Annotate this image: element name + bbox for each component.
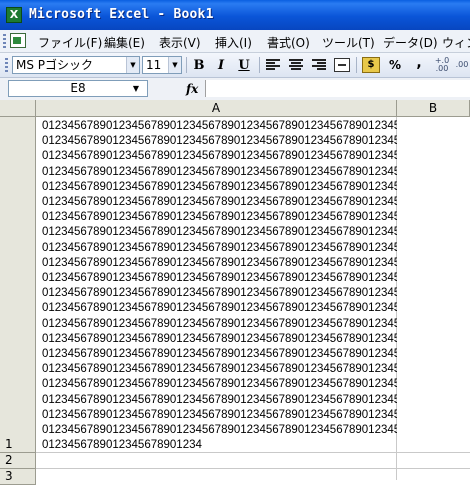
cell-a1-text-line: 0123456789012345678901234567890123456789… xyxy=(42,135,397,148)
cell-a1-text-line: 0123456789012345678901234567890123456789… xyxy=(42,196,397,209)
currency-icon[interactable]: $ xyxy=(362,57,380,73)
formatting-toolbar: MS Pゴシック ▼ 11 ▼ B I U $ % , +.0 .00 .00 xyxy=(0,53,470,78)
formula-bar: E8 ▼ fx xyxy=(0,78,470,101)
cell-a1-text-line: 0123456789012345678901234567890123456789… xyxy=(42,363,397,376)
comma-button[interactable]: , xyxy=(410,56,428,74)
cell-a1-text-line: 0123456789012345678901234567890123456789… xyxy=(42,424,397,437)
menu-file[interactable]: ファイル(F) xyxy=(38,34,102,51)
row-number: 1 xyxy=(5,437,13,451)
row-header-1[interactable]: 1 xyxy=(0,117,36,453)
align-right-icon[interactable] xyxy=(312,59,326,71)
menu-window[interactable]: ウィン xyxy=(442,34,470,51)
cell-a1-text-line: 0123456789012345678901234567890123456789… xyxy=(42,256,397,269)
chevron-down-icon[interactable]: ▼ xyxy=(126,81,146,96)
menu-edit[interactable]: 編集(E) xyxy=(104,34,145,51)
bold-button[interactable]: B xyxy=(190,57,208,74)
name-box-value: E8 xyxy=(70,81,86,95)
cell-a1-text-line: 0123456789012345678901234567890123456789… xyxy=(42,150,397,163)
font-size-value: 11 xyxy=(146,58,162,72)
cell-a1-text-line: 0123456789012345678901234567890123456789… xyxy=(42,272,397,285)
font-name-value: MS Pゴシック xyxy=(16,58,94,72)
select-all-corner[interactable] xyxy=(0,100,36,117)
align-center-icon[interactable] xyxy=(289,59,303,71)
cell-a1-text-line: 0123456789012345678901234567890123456789… xyxy=(42,211,397,224)
cell-b1[interactable] xyxy=(397,117,470,452)
cell-a1-text-line: 0123456789012345678901234567890123456789… xyxy=(42,348,397,361)
decrease-decimal-button[interactable]: .00 xyxy=(454,57,470,74)
grid-line xyxy=(36,468,470,469)
chevron-down-icon[interactable]: ▼ xyxy=(126,57,139,73)
menu-format[interactable]: 書式(O) xyxy=(267,34,310,51)
toolbar-separator xyxy=(356,57,357,73)
formula-input[interactable] xyxy=(205,80,470,97)
cell-a1-text-line: 0123456789012345678901234567890123456789… xyxy=(42,165,397,178)
menu-view[interactable]: 表示(V) xyxy=(159,34,201,51)
excel-icon[interactable]: X xyxy=(6,7,22,23)
worksheet-grid: A B 1 2 3 012345678901234567890123456789… xyxy=(0,100,470,485)
font-name-select[interactable]: MS Pゴシック ▼ xyxy=(12,56,140,74)
cell-a1[interactable]: 0123456789012345678901234567890123456789… xyxy=(36,117,397,453)
chevron-down-icon[interactable]: ▼ xyxy=(168,57,181,73)
cell-a1-text-line: 0123456789012345678901234567890123456789… xyxy=(42,317,397,330)
column-header-b[interactable]: B xyxy=(397,100,470,117)
cell-a1-text-line: 0123456789012345678901234567890123456789… xyxy=(42,393,397,406)
fx-icon[interactable]: fx xyxy=(186,82,198,96)
cell-a1-text-line: 0123456789012345678901234567890123456789… xyxy=(42,332,397,345)
cell-a1-text-line: 0123456789012345678901234567890123456789… xyxy=(42,302,397,315)
percent-button[interactable]: % xyxy=(386,57,404,74)
cell-a1-text-line: 0123456789012345678901234567890123456789… xyxy=(42,226,397,239)
increase-decimal-button[interactable]: +.0 .00 xyxy=(432,57,452,74)
underline-button[interactable]: U xyxy=(235,57,253,74)
toolbar-separator xyxy=(259,57,260,73)
row-header-2[interactable]: 2 xyxy=(0,453,36,469)
cell-a1-text-line: 0123456789012345678901234567890123456789… xyxy=(42,120,397,132)
merge-center-icon[interactable] xyxy=(334,58,350,72)
window-title: Microsoft Excel - Book1 xyxy=(29,7,214,22)
cell-a1-text-line: 0123456789012345678901234567890123456789… xyxy=(42,287,397,300)
italic-button[interactable]: I xyxy=(212,57,230,74)
cell-a1-text-line: 0123456789012345678901234567890123456789… xyxy=(42,241,397,254)
font-size-select[interactable]: 11 ▼ xyxy=(142,56,182,74)
cell-a2[interactable] xyxy=(37,453,396,468)
column-header-a[interactable]: A xyxy=(36,100,397,117)
cell-a1-text-line: 0123456789012345678901234567890123456789… xyxy=(42,408,397,421)
menu-grip-handle[interactable] xyxy=(3,34,6,48)
menu-insert[interactable]: 挿入(I) xyxy=(215,34,252,51)
cell-a1-text-line: 0123456789012345678901234 xyxy=(42,439,202,452)
toolbar-grip-handle[interactable] xyxy=(5,58,8,73)
align-left-icon[interactable] xyxy=(266,59,280,71)
cell-b2[interactable] xyxy=(397,453,470,468)
workbook-icon[interactable] xyxy=(10,33,26,48)
menu-data[interactable]: データ(D) xyxy=(383,34,438,51)
menu-tools[interactable]: ツール(T) xyxy=(322,34,375,51)
cell-a1-text-line: 0123456789012345678901234567890123456789… xyxy=(42,180,397,193)
menu-bar: ファイル(F) 編集(E) 表示(V) 挿入(I) 書式(O) ツール(T) デ… xyxy=(0,30,470,53)
row-header-3[interactable]: 3 xyxy=(0,469,36,485)
title-bar: X Microsoft Excel - Book1 xyxy=(0,0,470,30)
cell-a1-text-line: 0123456789012345678901234567890123456789… xyxy=(42,378,397,391)
toolbar-separator xyxy=(186,57,187,73)
